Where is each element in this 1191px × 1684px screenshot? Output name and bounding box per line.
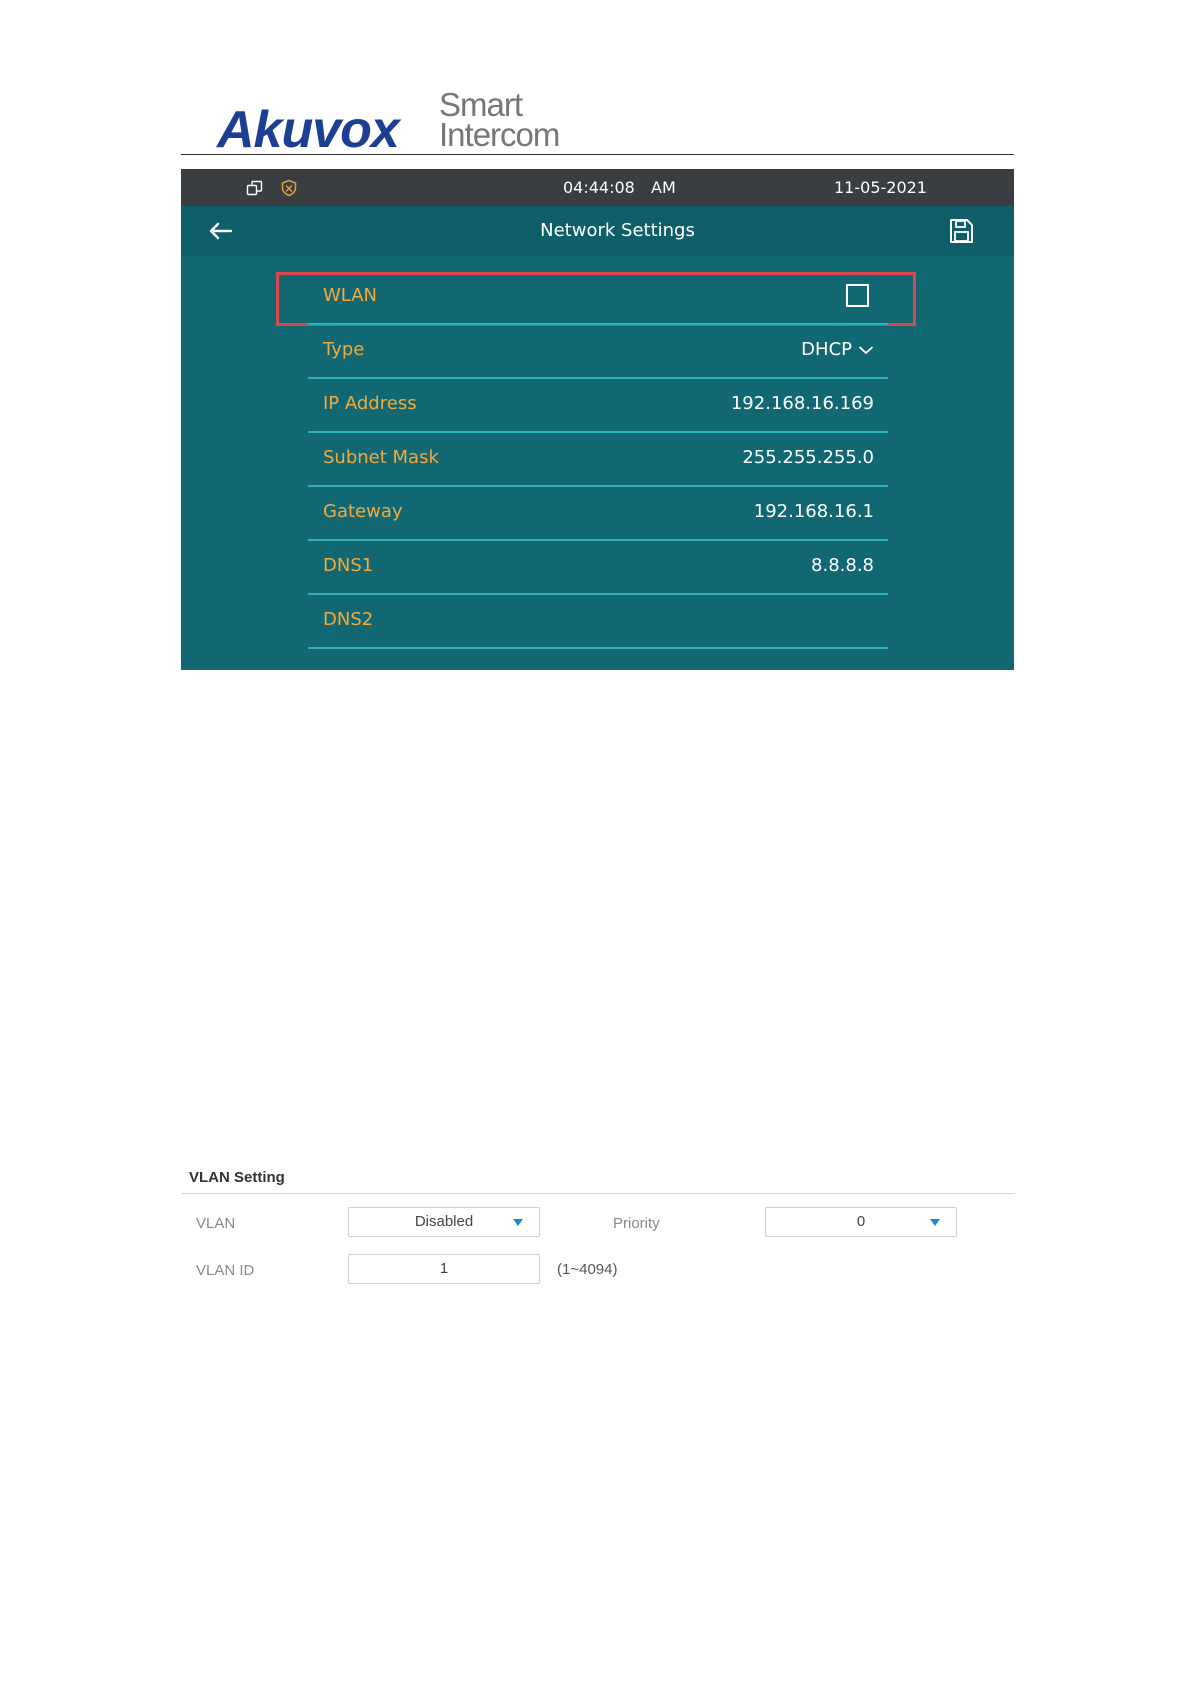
- wlan-label: WLAN: [323, 285, 378, 306]
- dns2-label: DNS2: [323, 609, 374, 630]
- type-row[interactable]: Type DHCP: [308, 325, 888, 379]
- dropdown-arrow-icon: [513, 1219, 523, 1226]
- vlan-setting-panel: VLAN Setting VLAN Disabled Priority 0 VL…: [181, 1160, 1014, 1300]
- vlan-section-divider: [181, 1193, 1014, 1194]
- title-bar: Network Settings: [181, 206, 1014, 256]
- logo-brand: Akuvox: [217, 101, 400, 159]
- ip-address-value: 192.168.16.169: [730, 393, 874, 414]
- vlan-id-input[interactable]: 1: [348, 1254, 540, 1284]
- gateway-label: Gateway: [323, 501, 403, 522]
- windows-icon: [246, 180, 263, 196]
- header-divider: [181, 154, 1014, 155]
- dns1-label: DNS1: [323, 555, 374, 576]
- device-screen: 04:44:08 AM 11-05-2021 Network Settings …: [181, 169, 1014, 670]
- wlan-checkbox[interactable]: [846, 284, 869, 307]
- gateway-value: 192.168.16.1: [753, 501, 874, 522]
- dropdown-arrow-icon: [930, 1219, 940, 1226]
- save-button[interactable]: [947, 217, 975, 245]
- type-dropdown[interactable]: DHCP: [801, 339, 874, 360]
- dns1-row[interactable]: DNS1 8.8.8.8: [308, 541, 888, 595]
- priority-select-value: 0: [856, 1213, 866, 1230]
- vlan-section-title: VLAN Setting: [189, 1169, 285, 1186]
- status-bar: 04:44:08 AM 11-05-2021: [181, 169, 1014, 206]
- status-time: 04:44:08: [563, 178, 635, 197]
- vlan-select-value: Disabled: [414, 1213, 474, 1230]
- chevron-down-icon: [858, 345, 874, 354]
- save-icon: [950, 219, 973, 243]
- dns1-value: 8.8.8.8: [811, 555, 874, 576]
- vlan-id-value: 1: [439, 1260, 449, 1277]
- vlan-label: VLAN: [196, 1215, 236, 1232]
- dns2-row[interactable]: DNS2: [308, 595, 888, 649]
- status-date: 11-05-2021: [834, 178, 927, 197]
- priority-label: Priority: [613, 1215, 660, 1232]
- status-ampm: AM: [651, 178, 676, 197]
- vlan-id-label: VLAN ID: [196, 1262, 255, 1279]
- vlan-id-range-hint: (1~4094): [557, 1261, 618, 1278]
- type-value: DHCP: [801, 339, 852, 360]
- wlan-row[interactable]: WLAN: [308, 271, 888, 325]
- ip-address-row[interactable]: IP Address 192.168.16.169: [308, 379, 888, 433]
- subnet-mask-row[interactable]: Subnet Mask 255.255.255.0: [308, 433, 888, 487]
- priority-select[interactable]: 0: [765, 1207, 957, 1237]
- ip-address-label: IP Address: [323, 393, 417, 414]
- subnet-mask-value: 255.255.255.0: [742, 447, 874, 468]
- subnet-mask-label: Subnet Mask: [323, 447, 439, 468]
- gateway-row[interactable]: Gateway 192.168.16.1: [308, 487, 888, 541]
- page-title: Network Settings: [540, 220, 695, 241]
- shield-icon: [281, 179, 297, 197]
- type-label: Type: [323, 339, 365, 360]
- vlan-select[interactable]: Disabled: [348, 1207, 540, 1237]
- logo-tagline: Smart Intercom: [439, 88, 560, 153]
- logo-tagline-line2: Intercom: [439, 116, 560, 153]
